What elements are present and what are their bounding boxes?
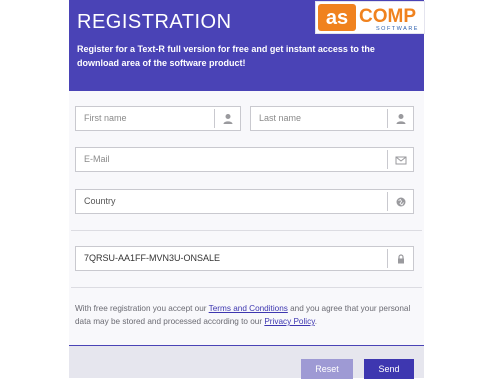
person-icon xyxy=(395,113,407,125)
globe-icon xyxy=(395,196,407,208)
last-name-field[interactable]: Last name xyxy=(250,106,414,131)
lock-icon xyxy=(395,253,407,265)
divider xyxy=(71,287,422,288)
logo-brand-right: comp xyxy=(359,6,416,27)
ascomp-logo: as comp SOFTWARE xyxy=(315,1,425,34)
privacy-policy-link[interactable]: Privacy Policy xyxy=(264,317,314,326)
legal-text: . xyxy=(314,317,317,326)
license-key-field[interactable]: 7QRSU-AA1FF-MVN3U-ONSALE xyxy=(75,246,414,271)
terms-link[interactable]: Terms and Conditions xyxy=(209,304,288,313)
send-button[interactable]: Send xyxy=(364,359,414,379)
country-value: Country xyxy=(84,196,116,206)
field-separator xyxy=(387,192,388,211)
intro-text: Register for a Text-R full version for f… xyxy=(77,44,375,68)
field-separator xyxy=(387,150,388,169)
logo-tagline: SOFTWARE xyxy=(376,26,419,32)
registration-panel: REGISTRATION Register for a Text-R full … xyxy=(69,0,425,379)
last-name-placeholder: Last name xyxy=(259,113,302,123)
legal-text: With free registration you accept our xyxy=(75,304,209,313)
page-title: REGISTRATION xyxy=(77,11,232,33)
email-placeholder: E-Mail xyxy=(84,154,110,164)
first-name-placeholder: First name xyxy=(84,113,127,123)
envelope-icon xyxy=(395,154,407,166)
field-separator xyxy=(387,249,388,268)
registration-header: REGISTRATION Register for a Text-R full … xyxy=(69,0,425,91)
person-icon xyxy=(222,113,234,125)
form-footer: Reset Send xyxy=(69,345,424,379)
divider xyxy=(71,230,422,231)
field-separator xyxy=(387,109,388,128)
email-field[interactable]: E-Mail xyxy=(75,147,414,172)
legal-notice: With free registration you accept our Te… xyxy=(75,302,415,328)
field-separator xyxy=(214,109,215,128)
reset-button[interactable]: Reset xyxy=(301,359,353,379)
license-key-value: 7QRSU-AA1FF-MVN3U-ONSALE xyxy=(84,253,221,263)
first-name-field[interactable]: First name xyxy=(75,106,241,131)
country-select[interactable]: Country xyxy=(75,189,414,214)
logo-brand-left: as xyxy=(326,7,348,29)
